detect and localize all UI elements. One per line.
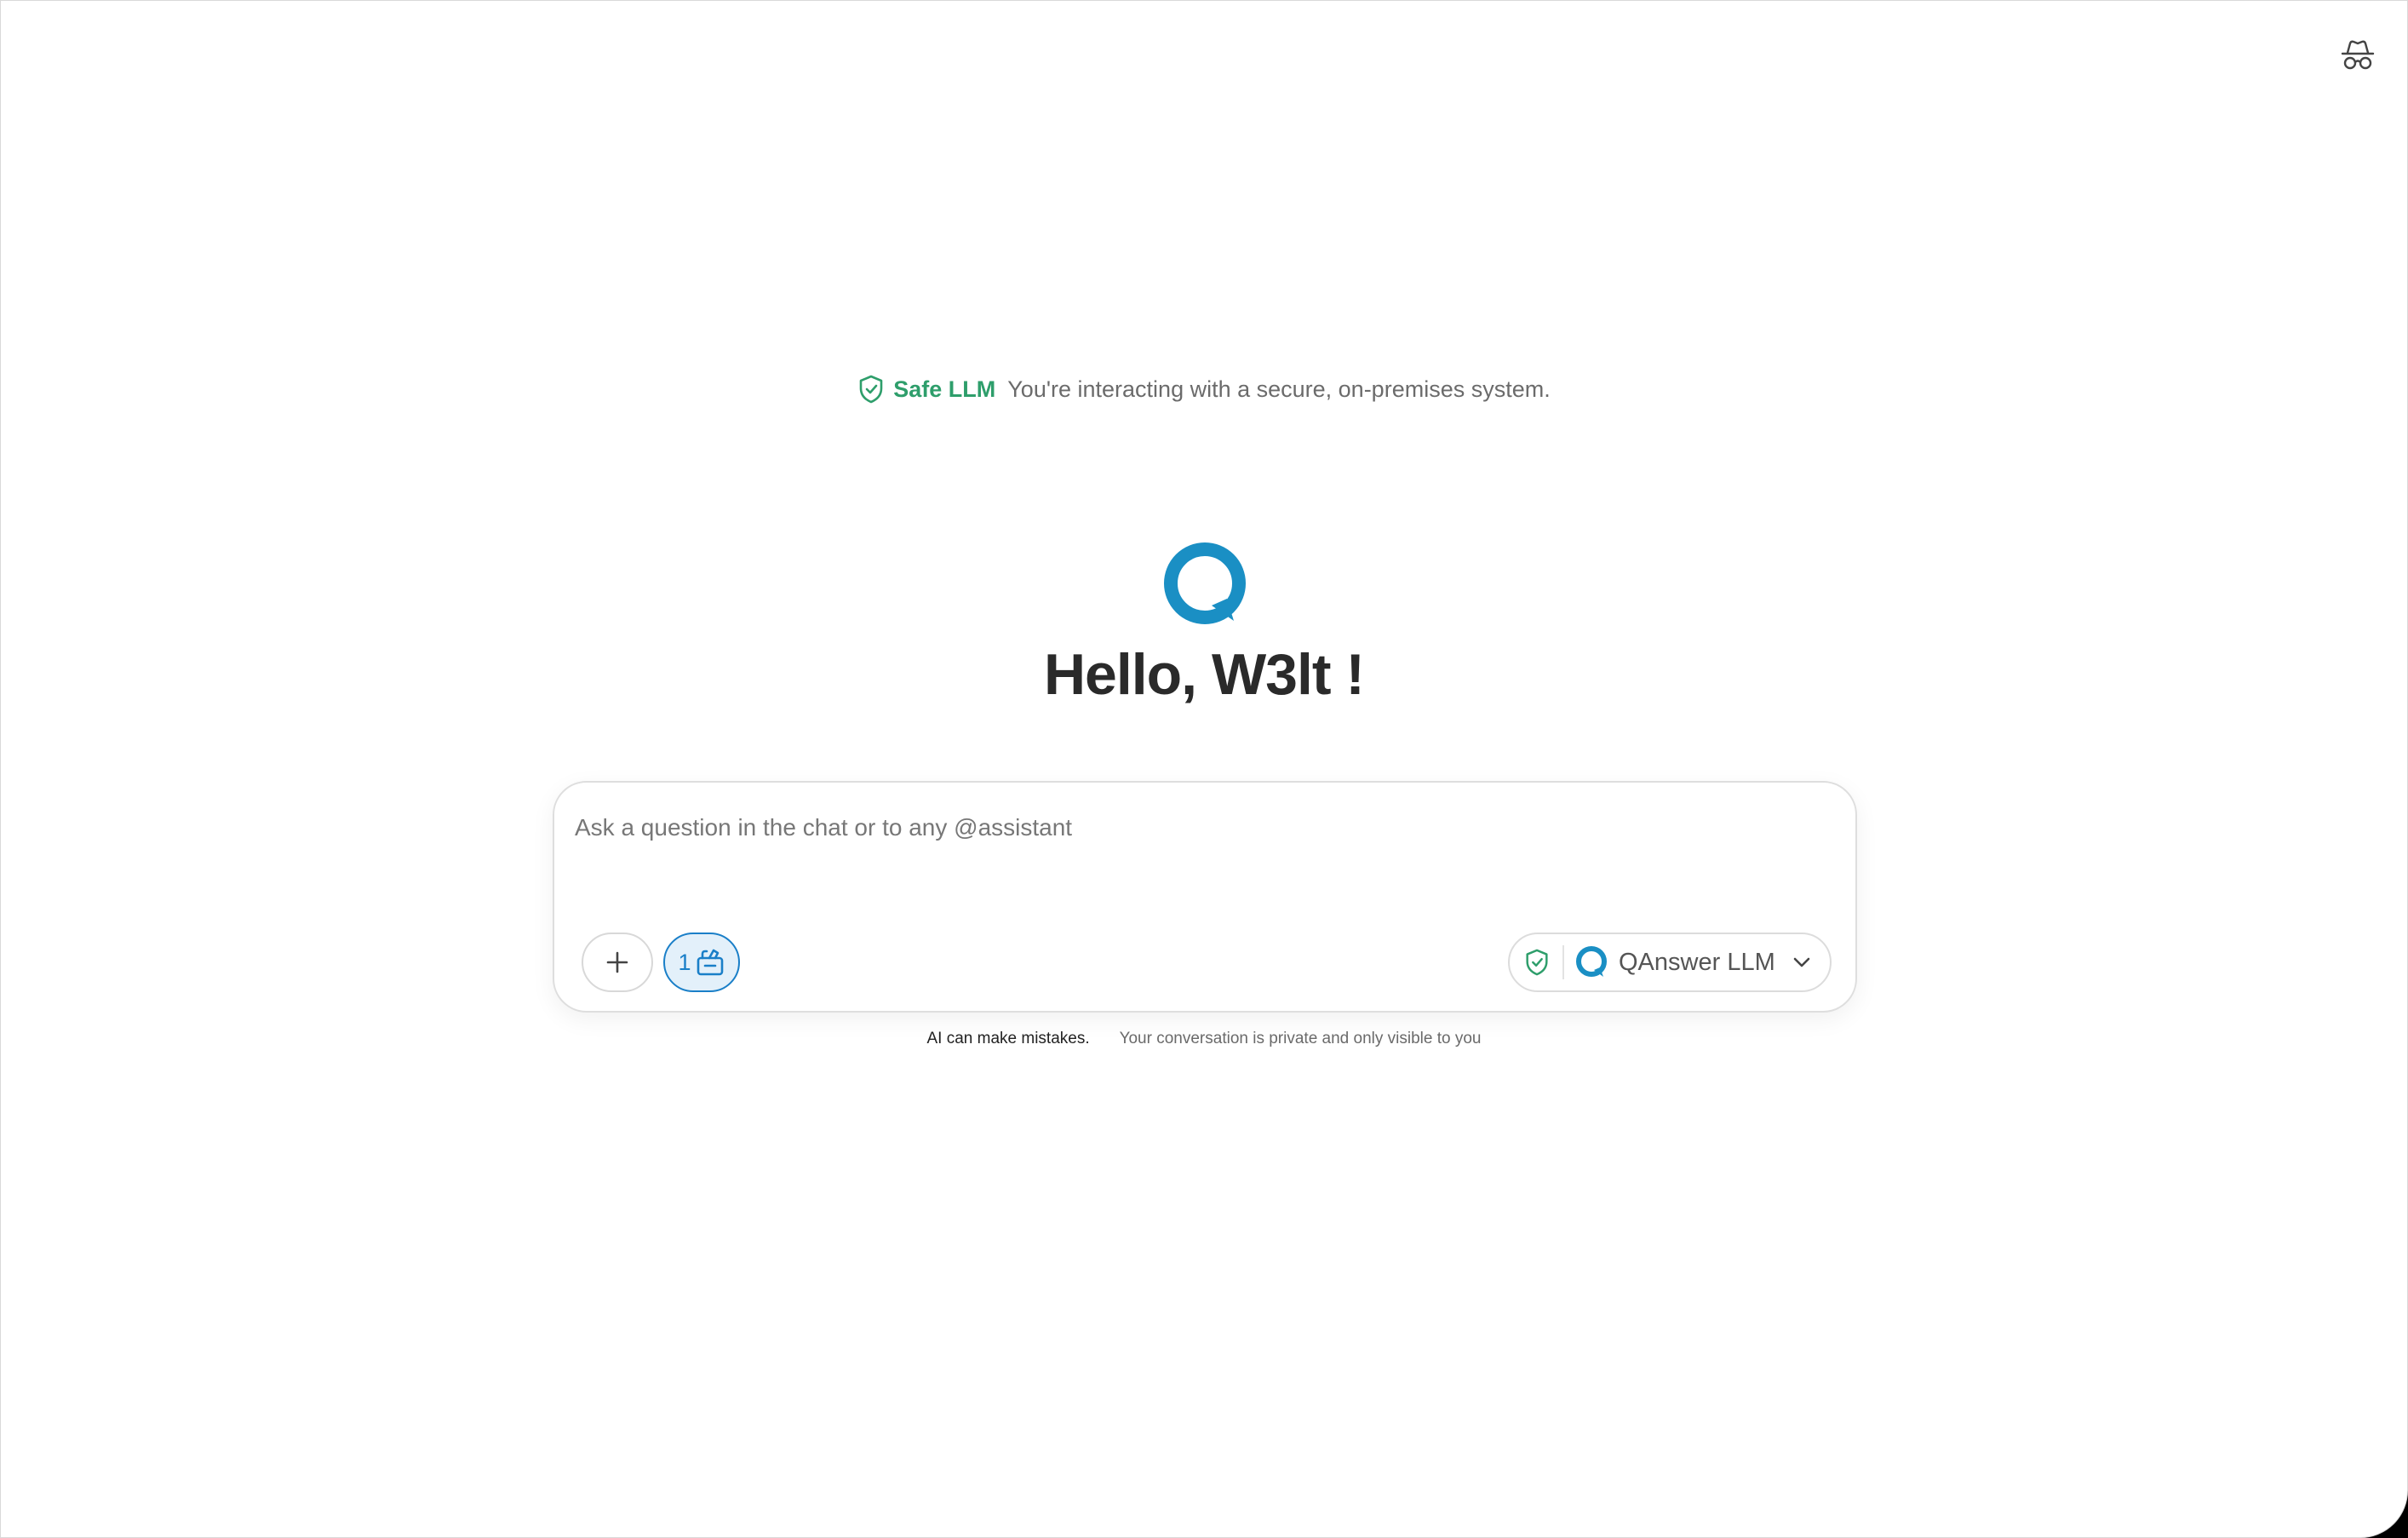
- shield-check-icon: [859, 375, 883, 404]
- chat-input[interactable]: [573, 801, 1837, 854]
- plus-icon: [606, 951, 628, 973]
- assistant-count: 1: [678, 949, 691, 975]
- privacy-text: Your conversation is private and only vi…: [1119, 1030, 1482, 1047]
- incognito-icon[interactable]: [2339, 38, 2376, 72]
- assistants-button[interactable]: 1: [663, 933, 740, 992]
- chevron-down-icon: [1793, 957, 1810, 967]
- add-button[interactable]: [582, 933, 653, 992]
- qanswer-logo: [1576, 946, 1607, 977]
- safe-llm-description: You're interacting with a secure, on-pre…: [1007, 376, 1551, 402]
- model-name: QAnswer LLM: [1619, 948, 1775, 976]
- shield-check-icon: [1526, 949, 1548, 976]
- toolbox-icon: [697, 949, 723, 976]
- safe-llm-title: Safe LLM: [893, 376, 996, 402]
- model-selector[interactable]: QAnswer LLM: [1508, 933, 1832, 992]
- footer-note: AI can make mistakes. Your conversation …: [1, 1030, 2407, 1048]
- disclaimer-text: AI can make mistakes.: [926, 1030, 1090, 1047]
- chat-composer: 1 QAnswer LLM: [553, 781, 1857, 1013]
- greeting-heading: Hello, W3lt !: [1043, 642, 1365, 707]
- divider: [1562, 945, 1564, 979]
- safe-llm-banner: Safe LLM You're interacting with a secur…: [1, 370, 2407, 408]
- chat-page: Safe LLM You're interacting with a secur…: [0, 0, 2408, 1538]
- qanswer-logo: [1162, 542, 1247, 628]
